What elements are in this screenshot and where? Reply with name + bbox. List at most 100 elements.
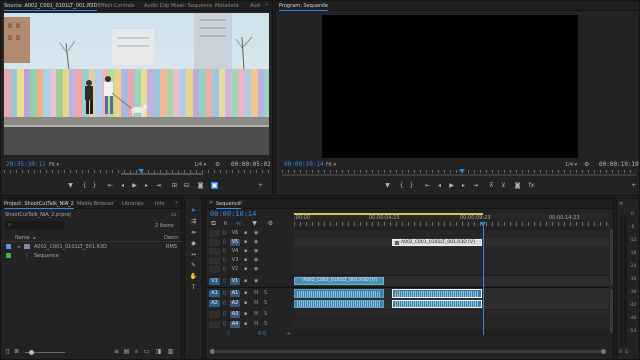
snap-icon[interactable]: ∩ [222,220,229,227]
list-view-icon[interactable]: ≣ [13,348,20,355]
overflow-icon[interactable]: » [265,2,268,8]
solo-toggle[interactable]: S [264,300,267,307]
track-name-v2[interactable]: V2 [230,266,240,273]
lock-icon[interactable]: ▯ [4,348,11,355]
program-tab-menu-icon[interactable]: ≡ [322,2,326,8]
marker-icon[interactable]: ▼ [67,182,74,189]
solo-toggle[interactable]: S [264,290,267,297]
sync-lock-icon[interactable]: ▪ [244,239,247,246]
linked-selection-icon[interactable]: ∞ [235,220,242,227]
mark-in-icon[interactable]: { [81,182,88,189]
program-goto-out-icon[interactable]: ⇥ [472,182,479,189]
project-search-input[interactable]: ⌕ [5,221,65,229]
eye-icon[interactable]: ◉ [254,257,258,264]
tab-metadata[interactable]: Metadata [215,2,239,10]
video-clip-v1[interactable]: A002_C001_0101LT_001.R3D [V] [294,277,384,285]
timeline-audio-vertical-scrollbar[interactable] [610,289,613,333]
sync-lock-icon[interactable]: ▪ [244,278,247,285]
track-lane-v6[interactable] [294,229,609,238]
zoom-slider-handle[interactable] [29,350,34,355]
tab-menu-icon[interactable]: ≡ [87,2,91,8]
program-mark-in-icon[interactable]: { [398,182,405,189]
eye-icon[interactable]: ◉ [254,278,258,285]
program-marker-icon[interactable]: ▼ [384,182,391,189]
source-patch-a1[interactable]: A1 [209,290,220,297]
eye-icon[interactable]: ◉ [254,230,258,237]
source-settings-icon[interactable]: ⚙ [215,161,220,168]
list-item[interactable]: ▸ A002_C001_0101LT_001.R3D RMS [1,243,183,251]
source-patch[interactable] [209,311,220,318]
lock-track-icon[interactable]: ▯ [223,321,226,328]
step-back-icon[interactable]: ◂ [119,182,126,189]
selection-tool-icon[interactable]: ➤ [190,207,197,214]
program-play-icon[interactable]: ▶ [448,182,455,189]
meter-solo-left[interactable]: S [619,349,622,356]
add-marker-icon[interactable]: ▼ [251,220,258,227]
source-patch[interactable] [209,266,220,273]
goto-in-icon[interactable]: ⇤ [107,182,114,189]
audio-clip-a1-right[interactable] [392,289,482,298]
play-icon[interactable]: ▶ [131,182,138,189]
track-name-a2[interactable]: A2 [230,300,240,307]
source-patch[interactable] [209,248,220,255]
program-mark-out-icon[interactable]: } [408,182,415,189]
track-lane-a4[interactable] [294,320,609,329]
column-name[interactable]: Name [15,235,30,241]
lock-track-icon[interactable]: ▯ [223,300,226,307]
sync-lock-icon[interactable]: ▪ [244,230,247,237]
ripple-edit-tool-icon[interactable]: ⇹ [190,229,197,236]
program-settings-icon[interactable]: ⚙ [584,161,589,168]
source-timecode-current[interactable]: 20:35:30:13 [6,161,46,168]
sync-lock-icon[interactable]: ▪ [244,311,247,318]
track-name-v4[interactable]: V4 [230,248,240,255]
hand-tool-icon[interactable]: ✋ [190,273,197,280]
source-quality-select[interactable]: 1/4 ▾ [194,162,206,168]
source-patch[interactable] [209,257,220,264]
video-clip-v5[interactable]: A002_C001_0101LT_001.R3D [V] [392,239,482,246]
scroll-end-handle[interactable] [601,349,606,354]
tab-effect-controls[interactable]: Effect Controls [98,2,135,10]
label-color-swatch[interactable] [6,253,11,258]
scroll-thumb[interactable] [214,350,602,353]
program-step-forward-icon[interactable]: ▸ [460,182,467,189]
column-description[interactable]: Descr [164,235,178,241]
source-patch-v1[interactable]: V1 [209,278,220,285]
sort-icon[interactable]: ▴ [33,235,36,241]
program-goto-in-icon[interactable]: ⇤ [424,182,431,189]
track-lane-a3[interactable] [294,310,609,319]
meter-solo-right[interactable]: S [625,349,628,356]
source-patch[interactable] [209,321,220,328]
audio-clip-a2-right[interactable] [392,300,482,308]
timeline-timecode[interactable]: 00:00:10:14 [210,211,256,218]
program-step-back-icon[interactable]: ◂ [436,182,443,189]
track-lane-v2[interactable] [294,265,609,274]
label-color-swatch[interactable] [6,244,11,249]
export-frame-icon[interactable]: ◙ [197,182,204,189]
track-name-v3[interactable]: V3 [230,257,240,264]
tab-media-browser[interactable]: Media Browser [77,200,114,208]
program-video-frame[interactable] [322,15,578,158]
sync-lock-icon[interactable]: ▪ [244,290,247,297]
tab-source[interactable]: Source: A002_C001_0101LT_001.R3D [4,2,98,11]
track-lane-v4[interactable] [294,247,609,256]
program-quality-select[interactable]: 1/4 ▾ [565,162,577,168]
find-icon[interactable]: ⌕ [133,348,140,355]
lock-track-icon[interactable]: ▯ [223,290,226,297]
program-add-button-icon[interactable]: + [630,182,637,189]
track-name-v5[interactable]: V5 [230,239,240,246]
comparison-view-icon[interactable]: fx [528,182,535,189]
program-playhead[interactable] [459,169,465,173]
track-name-a3[interactable]: A3 [230,311,240,318]
source-mini-ruler[interactable] [4,169,269,176]
lock-track-icon[interactable]: ▯ [223,278,226,285]
new-item-icon[interactable]: ◨ [155,348,162,355]
overwrite-icon[interactable]: ⊟ [183,182,190,189]
sync-lock-icon[interactable]: ▪ [244,257,247,264]
eye-icon[interactable]: ◉ [254,239,258,246]
sort-icons-icon[interactable]: ≡ [113,348,120,355]
clear-icon[interactable]: ▥ [167,348,174,355]
close-tab-icon[interactable]: ✕ [209,200,213,206]
track-name-a1[interactable]: A1 [230,290,240,297]
track-name-v6[interactable]: V6 [230,230,240,237]
track-select-tool-icon[interactable]: ⇶ [190,218,197,225]
